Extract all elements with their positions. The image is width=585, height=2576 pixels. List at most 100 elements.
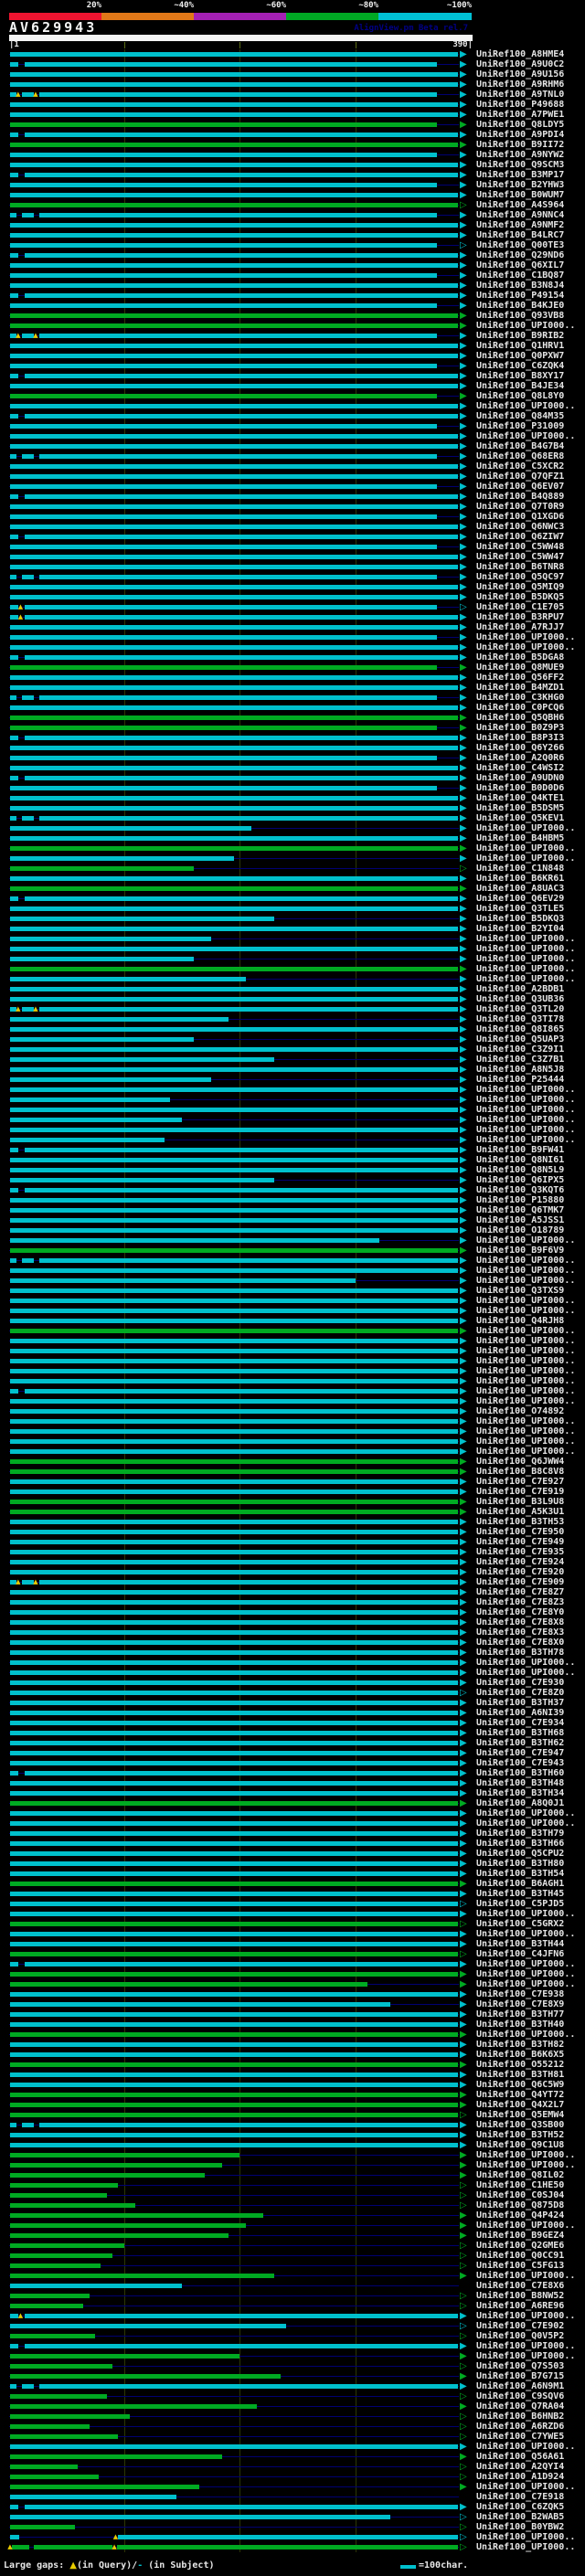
- hit-label[interactable]: UniRef100_Q9SCM3: [476, 160, 564, 170]
- hit-row[interactable]: ▶ UniRef100_B3N8J4: [0, 281, 585, 291]
- hit-label[interactable]: UniRef100_C7E8X6: [476, 2281, 564, 2291]
- hit-row[interactable]: ▷ UniRef100_C7E902: [0, 2321, 585, 2331]
- hit-row[interactable]: ▶ UniRef100_C7E927: [0, 1477, 585, 1487]
- hit-label[interactable]: UniRef100_Q7T0R9: [476, 502, 564, 512]
- hit-row[interactable]: ▷ UniRef100_C7E8Z0: [0, 1688, 585, 1698]
- hit-row[interactable]: ▶ UniRef100_UPI000..: [0, 944, 585, 954]
- hit-label[interactable]: UniRef100_B4MZD1: [476, 683, 564, 693]
- hit-row[interactable]: ▶ UniRef100_C3KHG0: [0, 693, 585, 703]
- hit-label[interactable]: UniRef100_B3TH40: [476, 2019, 564, 2030]
- hit-row[interactable]: ▶ UniRef100_C0PCQ6: [0, 703, 585, 713]
- hit-row[interactable]: ▶ UniRef100_UPI000..: [0, 2351, 585, 2361]
- hit-label[interactable]: UniRef100_B3N8J4: [476, 281, 564, 291]
- hit-label[interactable]: UniRef100_Q84M35: [476, 411, 564, 421]
- hit-label[interactable]: UniRef100_Q56FF2: [476, 673, 564, 683]
- hit-row[interactable]: ▶ UniRef100_UPI000..: [0, 843, 585, 853]
- hit-label[interactable]: UniRef100_Q00TE3: [476, 240, 564, 250]
- hit-row[interactable]: ▶ UniRef100_UPI000..: [0, 1326, 585, 1336]
- hit-label[interactable]: UniRef100_Q7QFZ1: [476, 472, 564, 482]
- hit-label[interactable]: UniRef100_UPI000..: [476, 944, 575, 954]
- hit-row[interactable]: ▶ UniRef100_B4G7B4: [0, 441, 585, 451]
- hit-row[interactable]: ▶ UniRef100_UPI000..: [0, 1125, 585, 1135]
- hit-label[interactable]: UniRef100_C7E902: [476, 2321, 564, 2331]
- hit-row[interactable]: ▷ UniRef100_B0YBW2: [0, 2522, 585, 2532]
- hit-label[interactable]: UniRef100_Q8LDY5: [476, 120, 564, 130]
- hit-label[interactable]: UniRef100_C5XCR2: [476, 461, 564, 472]
- hit-row[interactable]: ▶ UniRef100_P49688: [0, 100, 585, 110]
- hit-label[interactable]: UniRef100_A9TNL0: [476, 90, 564, 100]
- hit-row[interactable]: ▶ UniRef100_B6AGH1: [0, 1879, 585, 1889]
- hit-label[interactable]: UniRef100_Q93VB8: [476, 311, 564, 321]
- hit-label[interactable]: UniRef100_B4G7B4: [476, 441, 564, 451]
- hit-row[interactable]: ▶ UniRef100_Q7QFZ1: [0, 472, 585, 482]
- hit-label[interactable]: UniRef100_B6K6X5: [476, 2050, 564, 2060]
- hit-label[interactable]: UniRef100_B3TH54: [476, 1869, 564, 1879]
- hit-label[interactable]: UniRef100_B8NW52: [476, 2291, 564, 2301]
- hit-row[interactable]: ▷ UniRef100_A1D924: [0, 2472, 585, 2482]
- hit-label[interactable]: UniRef100_A8UAC3: [476, 884, 564, 894]
- hit-label[interactable]: UniRef100_Q1HRV1: [476, 341, 564, 351]
- hit-label[interactable]: UniRef100_A9NNC4: [476, 210, 564, 220]
- hit-label[interactable]: UniRef100_B3TH53: [476, 1517, 564, 1527]
- hit-label[interactable]: UniRef100_O18789: [476, 1225, 564, 1235]
- hit-row[interactable]: ▷ UniRef100_C9SQV6: [0, 2391, 585, 2401]
- hit-row[interactable]: ▶ UniRef100_C7E8X8: [0, 1617, 585, 1627]
- hit-row[interactable]: ▷ UniRef100_A6RZD6: [0, 2422, 585, 2432]
- hit-row[interactable]: ▶ UniRef100_UPI000..: [0, 1135, 585, 1145]
- hit-label[interactable]: UniRef100_Q0V5P2: [476, 2331, 564, 2341]
- hit-label[interactable]: UniRef100_B3TH68: [476, 1728, 564, 1738]
- hit-label[interactable]: UniRef100_B9GEZ4: [476, 2231, 564, 2241]
- hit-label[interactable]: UniRef100_C6ZQK5: [476, 2502, 564, 2512]
- hit-label[interactable]: UniRef100_Q56A61: [476, 2452, 564, 2462]
- hit-row[interactable]: ▷ UniRef100_B8NW52: [0, 2291, 585, 2301]
- hit-row[interactable]: ▶ UniRef100_Q1HRV1: [0, 341, 585, 351]
- hit-row[interactable]: ▶ UniRef100_Q0PXW7: [0, 351, 585, 361]
- hit-label[interactable]: UniRef100_Q5CPU2: [476, 1849, 564, 1859]
- hit-row[interactable]: ▲ ▷ UniRef100_C1E705: [0, 602, 585, 612]
- hit-label[interactable]: UniRef100_B3TH82: [476, 2040, 564, 2050]
- hit-label[interactable]: UniRef100_Q4P424: [476, 2210, 564, 2221]
- hit-row[interactable]: ▶ UniRef100_C7E919: [0, 1487, 585, 1497]
- hit-row[interactable]: ▶ UniRef100_UPI000..: [0, 1386, 585, 1396]
- hit-row[interactable]: ▶ UniRef100_UPI000..: [0, 1658, 585, 1668]
- hit-label[interactable]: UniRef100_A2Q0R6: [476, 753, 564, 763]
- hit-label[interactable]: UniRef100_A9NMF2: [476, 220, 564, 230]
- hit-label[interactable]: UniRef100_A2QYI4: [476, 2462, 564, 2472]
- hit-label[interactable]: UniRef100_UPI000..: [476, 1336, 575, 1346]
- hit-label[interactable]: UniRef100_Q8N5L9: [476, 1165, 564, 1175]
- hit-label[interactable]: UniRef100_UPI000..: [476, 1115, 575, 1125]
- hit-row[interactable]: ▷ UniRef100_C4JFN6: [0, 1949, 585, 1959]
- hit-row[interactable]: ▶ UniRef100_P25444: [0, 1075, 585, 1085]
- hit-row[interactable]: ▷ UniRef100_C5FG13: [0, 2261, 585, 2271]
- hit-row[interactable]: ▶ UniRef100_Q68ER8: [0, 451, 585, 461]
- hit-row[interactable]: ▶ UniRef100_UPI000..: [0, 964, 585, 974]
- hit-row[interactable]: ▶ UniRef100_UPI000..: [0, 321, 585, 331]
- hit-row[interactable]: ▶ UniRef100_Q6JWW4: [0, 1457, 585, 1467]
- hit-label[interactable]: UniRef100_C5WW48: [476, 542, 564, 552]
- hit-row[interactable]: ▶ UniRef100_A9U156: [0, 69, 585, 80]
- hit-row[interactable]: ▲ ▲ ▷ UniRef100_UPI000..: [0, 2542, 585, 2552]
- hit-label[interactable]: UniRef100_C3KHG0: [476, 693, 564, 703]
- hit-row[interactable]: ▶ UniRef100_UPI000..: [0, 1376, 585, 1386]
- hit-row[interactable]: ▶ UniRef100_Q8NI61: [0, 1155, 585, 1165]
- hit-label[interactable]: UniRef100_UPI000..: [476, 1306, 575, 1316]
- hit-row[interactable]: ▶ UniRef100_C7E943: [0, 1758, 585, 1768]
- hit-row[interactable]: ▶ UniRef100_C7E8X3: [0, 1627, 585, 1638]
- hit-label[interactable]: UniRef100_UPI000..: [476, 934, 575, 944]
- hit-label[interactable]: UniRef100_UPI000..: [476, 853, 575, 864]
- hit-label[interactable]: UniRef100_B0WUM7: [476, 190, 564, 200]
- hit-label[interactable]: UniRef100_Q6XIL7: [476, 260, 564, 270]
- hit-label[interactable]: UniRef100_UPI000..: [476, 632, 575, 642]
- hit-row[interactable]: ▲ ▷ UniRef100_UPI000..: [0, 2532, 585, 2542]
- hit-label[interactable]: UniRef100_A9PDI4: [476, 130, 564, 140]
- hit-label[interactable]: UniRef100_A6NI39: [476, 1708, 564, 1718]
- hit-row[interactable]: ▶ UniRef100_UPI000..: [0, 1276, 585, 1286]
- hit-row[interactable]: ▷ UniRef100_C5PJD5: [0, 1899, 585, 1909]
- hit-label[interactable]: UniRef100_C7E949: [476, 1537, 564, 1547]
- hit-row[interactable]: ▶ UniRef100_UPI000..: [0, 2160, 585, 2170]
- hit-row[interactable]: ▶ UniRef100_B3TH81: [0, 2070, 585, 2080]
- hit-label[interactable]: UniRef100_C7E938: [476, 1989, 564, 1999]
- hit-label[interactable]: UniRef100_A6RE96: [476, 2301, 564, 2311]
- hit-row[interactable]: ▶ UniRef100_C5XCR2: [0, 461, 585, 472]
- hit-label[interactable]: UniRef100_Q5EMW4: [476, 2110, 564, 2120]
